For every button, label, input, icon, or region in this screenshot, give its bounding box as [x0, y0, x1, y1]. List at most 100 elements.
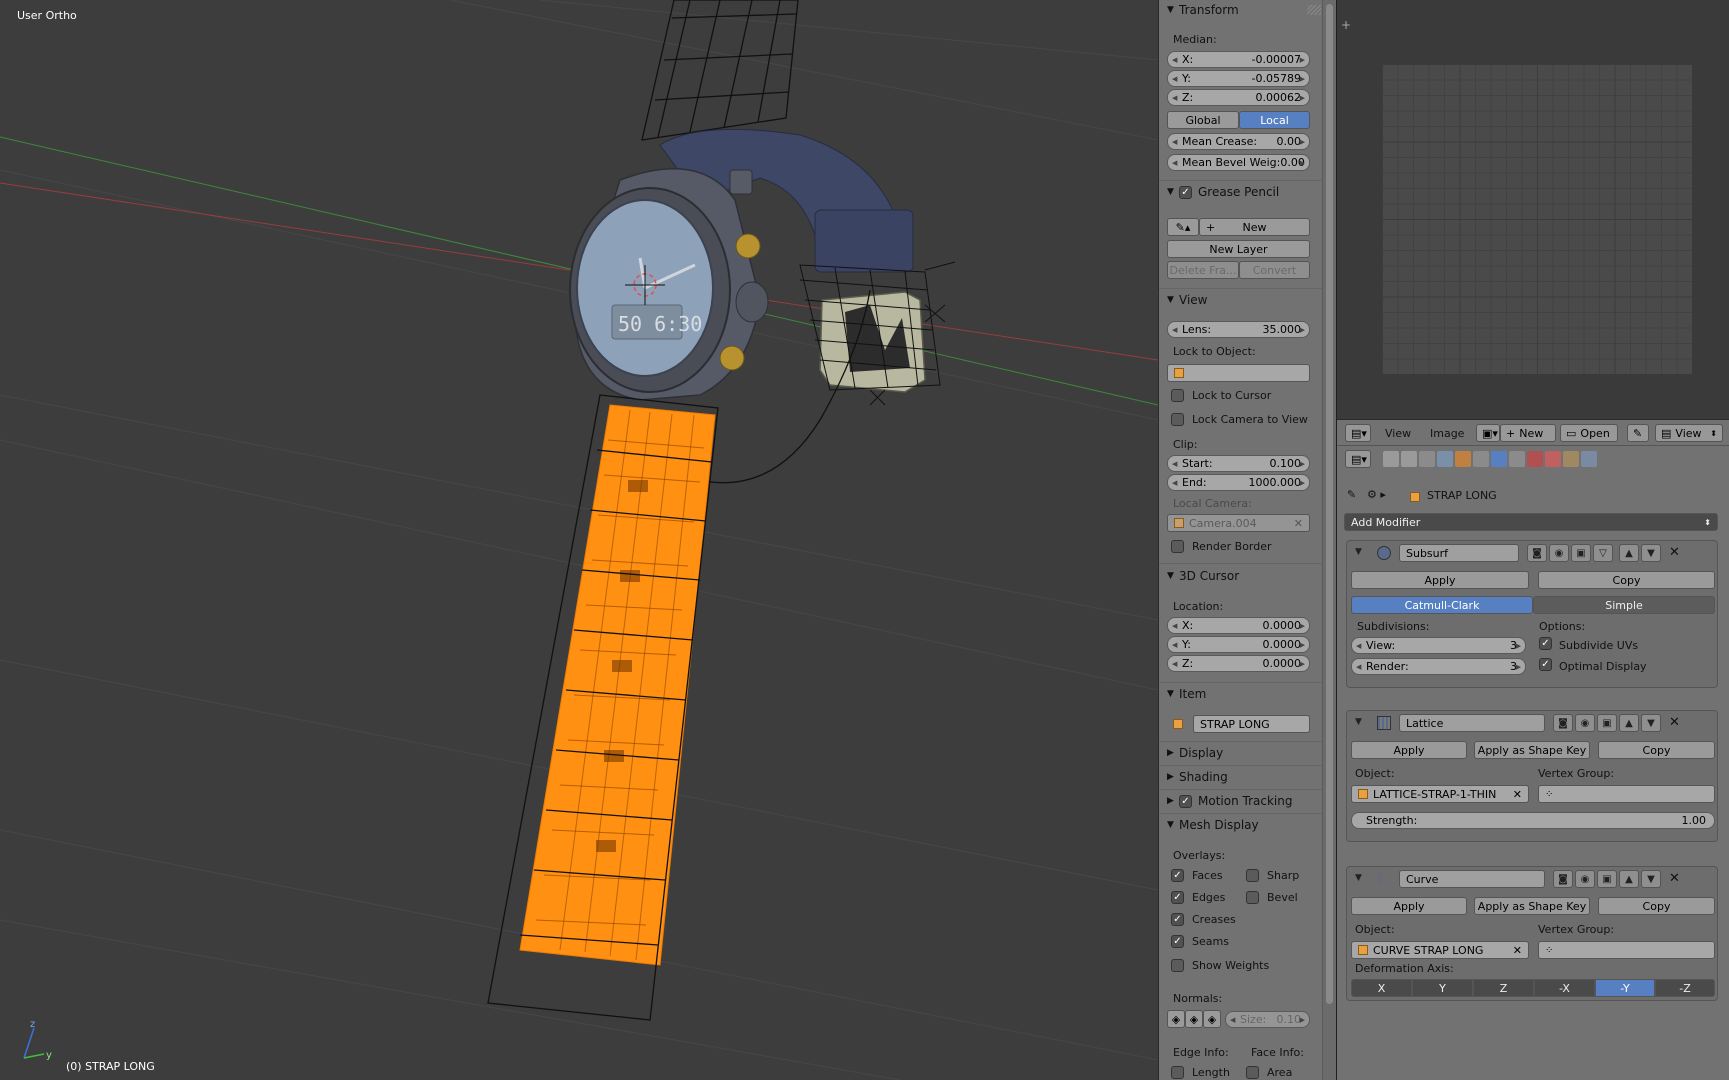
pin-icon[interactable]: ✎ [1627, 424, 1649, 442]
convert-button[interactable]: Convert [1239, 261, 1310, 279]
face-normals-icon[interactable]: ◈ [1203, 1010, 1221, 1028]
cage-toggle-icon[interactable]: ▽ [1593, 544, 1613, 562]
clip-start-field[interactable]: ◀ Start: 0.100 ▶ [1167, 455, 1310, 472]
subdivide-uvs-checkbox[interactable]: ✓ [1539, 637, 1552, 650]
remove-modifier-close-icon[interactable]: ✕ [1669, 545, 1680, 560]
uv-view-menu[interactable]: View [1385, 427, 1411, 440]
editmode-toggle-icon[interactable]: ▣ [1597, 870, 1617, 888]
scrollbar-thumb[interactable] [1326, 4, 1333, 1004]
object-tab-icon[interactable] [1455, 451, 1471, 467]
constraints-tab-icon[interactable] [1473, 451, 1489, 467]
axis-x-button[interactable]: X [1351, 979, 1412, 997]
split-normals-icon[interactable]: ◈ [1185, 1010, 1203, 1028]
cursor-x-field[interactable]: ◀ X: 0.0000 ▶ [1167, 617, 1310, 634]
curve-apply-shape-key-button[interactable]: Apply as Shape Key [1474, 897, 1590, 915]
edges-checkbox[interactable]: ✓ [1171, 891, 1184, 904]
collapse-triangle-icon[interactable]: ▼ [1355, 717, 1362, 727]
editmode-toggle-icon[interactable]: ▣ [1571, 544, 1591, 562]
lattice-name-field[interactable]: Lattice [1399, 714, 1545, 732]
axis-neg-z-button[interactable]: -Z [1655, 979, 1715, 997]
mean-crease-field[interactable]: ◀ Mean Crease: 0.00 ▶ [1167, 133, 1310, 150]
render-border-checkbox[interactable] [1171, 540, 1184, 553]
faces-checkbox[interactable]: ✓ [1171, 869, 1184, 882]
3d-cursor-header[interactable]: ▼ 3D Cursor [1167, 567, 1239, 585]
mean-bevel-field[interactable]: ◀ Mean Bevel Weig: 0.00 ▶ [1167, 154, 1310, 171]
axis-neg-y-button[interactable]: -Y [1595, 979, 1655, 997]
delete-frame-button[interactable]: Delete Fra... [1167, 261, 1239, 279]
data-tab-icon[interactable] [1509, 451, 1525, 467]
local-toggle[interactable]: Local [1239, 111, 1310, 129]
render-toggle-icon[interactable]: ◙ [1553, 714, 1573, 732]
curve-copy-button[interactable]: Copy [1598, 897, 1715, 915]
cursor-z-field[interactable]: ◀ Z: 0.0000 ▶ [1167, 655, 1310, 672]
render-layers-tab-icon[interactable] [1401, 451, 1417, 467]
move-down-icon[interactable]: ▼ [1641, 870, 1661, 888]
image-browse-icon[interactable]: ▣▾ [1476, 424, 1500, 442]
view-header[interactable]: ▼ View [1167, 291, 1207, 309]
grease-pencil-checkbox[interactable]: ✓ [1179, 185, 1192, 199]
lattice-object-field[interactable]: LATTICE-STRAP-1-THIN ✕ [1351, 785, 1529, 803]
clear-x-icon[interactable]: ✕ [1513, 944, 1522, 957]
simple-toggle[interactable]: Simple [1533, 596, 1715, 614]
lock-object-field[interactable] [1167, 364, 1310, 382]
modifiers-tab-icon[interactable] [1491, 451, 1507, 467]
median-z-field[interactable]: ◀ Z: 0.00062 ▶ [1167, 89, 1310, 106]
lock-to-cursor-checkbox[interactable] [1171, 389, 1184, 402]
grease-pencil-header[interactable]: ▼ ✓ Grease Pencil [1167, 183, 1279, 201]
scene-tab-icon[interactable] [1419, 451, 1435, 467]
optimal-display-checkbox[interactable]: ✓ [1539, 658, 1552, 671]
curve-name-field[interactable]: Curve [1399, 870, 1545, 888]
viewport-eye-icon[interactable]: ◉ [1549, 544, 1569, 562]
world-tab-icon[interactable] [1437, 451, 1453, 467]
vertex-normals-icon[interactable]: ◈ [1167, 1010, 1185, 1028]
render-toggle-icon[interactable]: ◙ [1527, 544, 1547, 562]
shading-header[interactable]: ▶ Shading [1167, 768, 1228, 786]
lattice-copy-button[interactable]: Copy [1598, 741, 1715, 759]
n-panel-scrollbar[interactable] [1322, 0, 1336, 1080]
remove-modifier-close-icon[interactable]: ✕ [1669, 871, 1680, 886]
normal-size-field[interactable]: ◀ Size: 0.10 ▶ [1225, 1011, 1310, 1028]
mesh-display-header[interactable]: ▼ Mesh Display [1167, 816, 1259, 834]
seams-checkbox[interactable]: ✓ [1171, 935, 1184, 948]
lattice-strength-field[interactable]: Strength: 1.00 [1351, 812, 1715, 829]
clear-x-icon[interactable]: ✕ [1513, 788, 1522, 801]
uv-image-editor[interactable]: + [1337, 0, 1729, 419]
lock-camera-checkbox[interactable] [1171, 413, 1184, 426]
global-toggle[interactable]: Global [1167, 111, 1239, 129]
axis-y-button[interactable]: Y [1412, 979, 1473, 997]
subsurf-apply-button[interactable]: Apply [1351, 571, 1529, 589]
image-open-button[interactable]: ▭ Open [1560, 424, 1618, 442]
curve-vertex-group-field[interactable]: ⁘ [1538, 941, 1715, 959]
new-layer-button[interactable]: New Layer [1167, 240, 1310, 258]
median-x-field[interactable]: ◀ X: -0.00007 ▶ [1167, 51, 1310, 68]
remove-modifier-close-icon[interactable]: ✕ [1669, 715, 1680, 730]
creases-checkbox[interactable]: ✓ [1171, 913, 1184, 926]
render-tab-icon[interactable] [1383, 451, 1399, 467]
item-header[interactable]: ▼ Item [1167, 685, 1206, 703]
clip-end-field[interactable]: ◀ End: 1000.000 ▶ [1167, 474, 1310, 491]
collapse-triangle-icon[interactable]: ▼ [1355, 547, 1362, 557]
collapse-triangle-icon[interactable]: ▼ [1355, 873, 1362, 883]
lens-field[interactable]: ◀ Lens: 35.000 ▶ [1167, 321, 1310, 338]
axis-z-button[interactable]: Z [1473, 979, 1534, 997]
clear-x-icon[interactable]: ✕ [1294, 517, 1303, 530]
sharp-checkbox[interactable] [1246, 869, 1259, 882]
texture-tab-icon[interactable] [1545, 451, 1561, 467]
lattice-apply-shape-key-button[interactable]: Apply as Shape Key [1474, 741, 1590, 759]
show-weights-checkbox[interactable] [1171, 959, 1184, 972]
uv-image-menu[interactable]: Image [1430, 427, 1464, 440]
area-checkbox[interactable] [1246, 1066, 1259, 1079]
move-up-icon[interactable]: ▲ [1619, 870, 1639, 888]
editor-type-icon[interactable]: ▤▾ [1345, 424, 1371, 442]
gp-new-button[interactable]: + New [1199, 218, 1310, 236]
median-y-field[interactable]: ◀ Y: -0.05789 ▶ [1167, 70, 1310, 87]
motion-tracking-checkbox[interactable]: ✓ [1179, 794, 1192, 808]
local-camera-field[interactable]: Camera.004 ✕ [1167, 514, 1310, 532]
subsurf-name-field[interactable]: Subsurf [1399, 544, 1519, 562]
motion-tracking-header[interactable]: ▶ ✓ Motion Tracking [1167, 792, 1292, 810]
image-new-button[interactable]: + New [1500, 424, 1556, 442]
axis-neg-x-button[interactable]: -X [1534, 979, 1595, 997]
bevel-checkbox[interactable] [1246, 891, 1259, 904]
curve-apply-button[interactable]: Apply [1351, 897, 1467, 915]
cursor-y-field[interactable]: ◀ Y: 0.0000 ▶ [1167, 636, 1310, 653]
